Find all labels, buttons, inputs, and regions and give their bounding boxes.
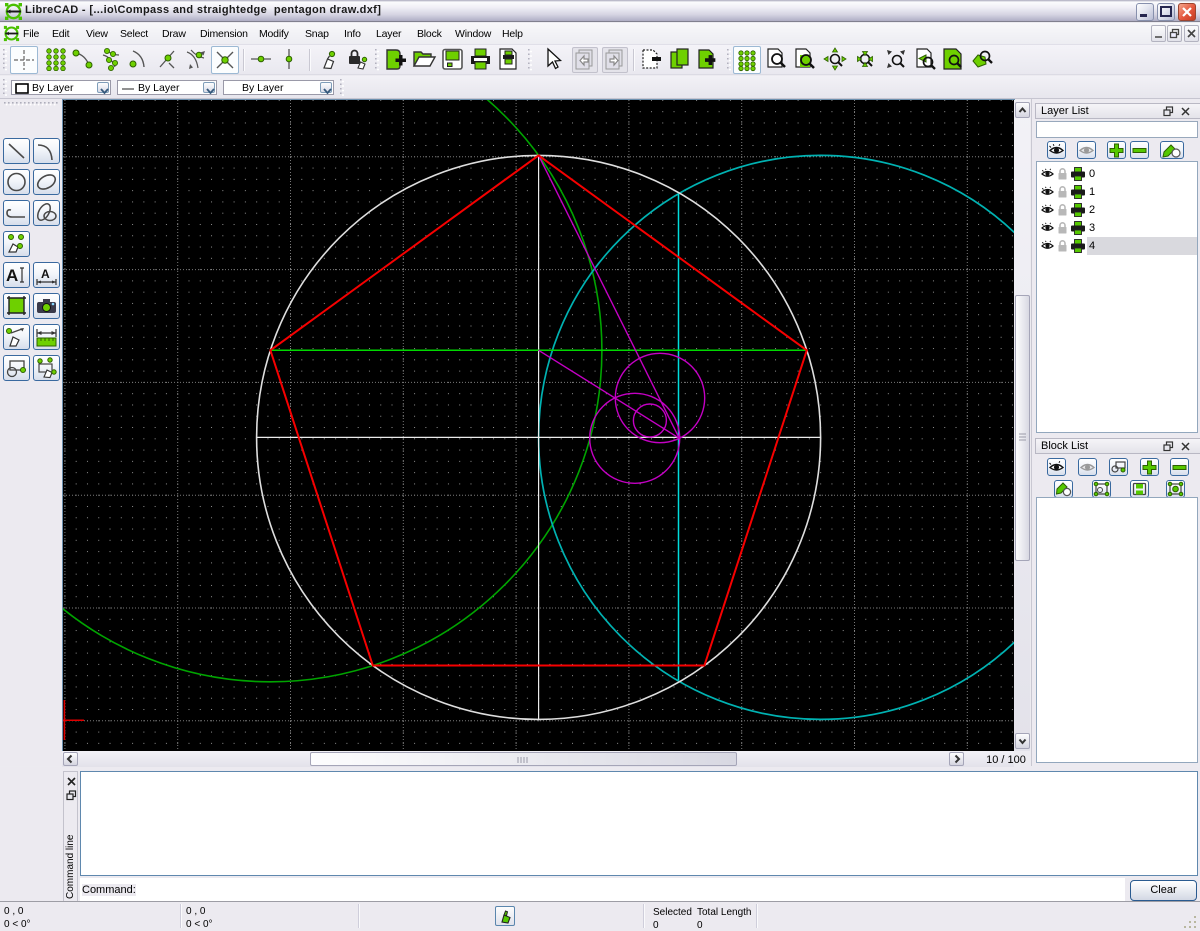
svg-text:A: A (6, 266, 18, 285)
svg-text:A: A (41, 267, 50, 281)
